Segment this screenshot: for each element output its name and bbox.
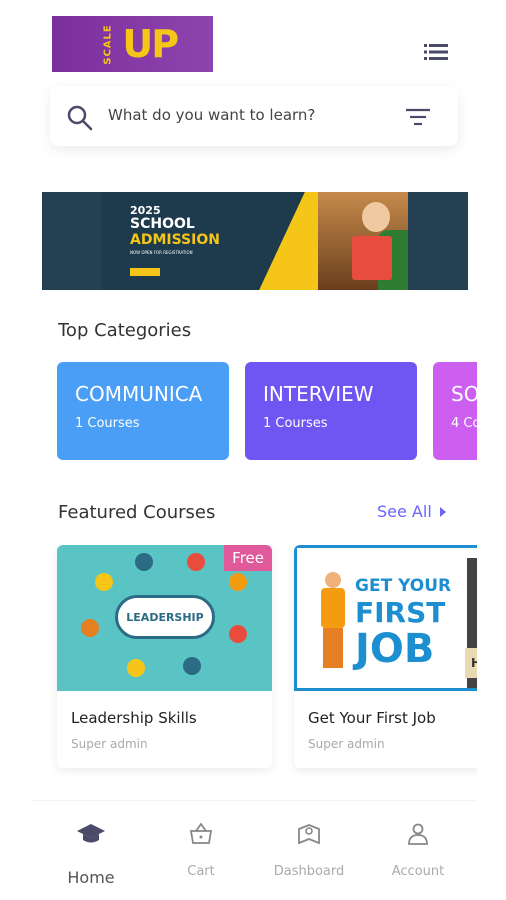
logo-text-big: UP [122,22,179,66]
graduation-cap-icon [77,824,105,843]
promo-banner[interactable]: 2025 SCHOOL ADMISSION NOW OPEN FOR REGIS… [42,192,468,290]
category-name: COMMUNICA [75,382,203,406]
hire-sign: HIRE [465,648,477,678]
basket-icon [189,822,213,844]
top-categories-title: Top Categories [58,320,192,341]
category-count: 1 Courses [75,416,140,431]
see-all-link[interactable]: See All [377,502,446,521]
course-author: Super admin [71,737,148,751]
search-input[interactable] [108,102,408,128]
thumb-line2: FIRST [355,596,446,629]
see-all-label: See All [377,502,432,521]
nav-item-home[interactable]: Home [36,801,146,895]
filter-icon[interactable] [406,108,430,126]
nav-item-account[interactable]: Account [363,801,473,895]
banner-line1: SCHOOL [130,216,195,232]
nav-item-dashboard[interactable]: Dashboard [254,801,364,895]
bottom-navigation: Home Cart Dashboard Account [32,800,477,894]
person-illustration [315,572,349,672]
banner-cta [130,268,160,276]
thumb-line1: GET YOUR [355,576,452,596]
banner-stripe-right [408,192,468,290]
leadership-cloud: LEADERSHIP [115,595,215,639]
nav-label-account: Account [391,864,445,879]
nav-label-cart: Cart [187,864,215,879]
dashboard-icon [298,824,320,845]
app-logo[interactable]: SCALE UP [52,16,213,72]
featured-courses-carousel[interactable]: LEADERSHIP Free Leadership Skills Super … [0,545,477,775]
thumb-line3: JOB [355,626,435,672]
category-count: 1 Courses [263,416,328,431]
nav-item-cart[interactable]: Cart [146,801,256,895]
category-card[interactable]: SO 4 Co [433,362,477,460]
course-author: Super admin [308,737,385,751]
course-title: Get Your First Job [308,709,436,727]
chevron-right-icon [439,506,446,517]
featured-courses-title: Featured Courses [58,502,216,523]
categories-carousel[interactable]: COMMUNICA 1 Courses INTERVIEW 1 Courses … [0,362,477,460]
list-menu-icon[interactable] [424,42,448,62]
free-badge: Free [224,545,272,571]
nav-label-dashboard: Dashboard [273,864,345,879]
category-count: 4 Co [451,416,477,431]
search-bar [50,86,458,146]
category-name: SO [451,382,477,406]
course-card[interactable]: GET YOUR FIRST JOB HIRE Get Your First J… [294,545,477,768]
logo-text-small: SCALE [102,23,114,65]
user-icon [408,823,428,845]
category-name: INTERVIEW [263,382,374,406]
course-thumbnail: GET YOUR FIRST JOB HIRE [294,545,477,691]
banner-line2: ADMISSION [130,232,220,248]
category-card[interactable]: COMMUNICA 1 Courses [57,362,229,460]
course-title: Leadership Skills [71,709,197,727]
category-card[interactable]: INTERVIEW 1 Courses [245,362,417,460]
banner-stripe-left [42,192,102,290]
nav-label-home: Home [67,868,115,887]
course-card[interactable]: LEADERSHIP Free Leadership Skills Super … [57,545,272,768]
search-icon[interactable] [66,104,94,132]
banner-subline: NOW OPEN FOR REGISTRATION [130,250,193,255]
